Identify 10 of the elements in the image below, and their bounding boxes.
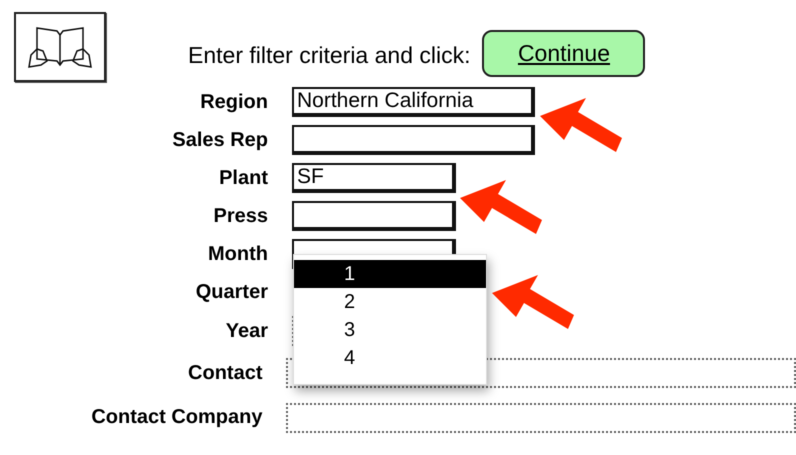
- field-label: Plant: [218, 166, 268, 190]
- field-label: Month: [207, 242, 268, 266]
- instruction-text: Enter filter criteria and click:: [188, 42, 470, 69]
- field-label: Region: [199, 90, 268, 114]
- field-label: Year: [224, 320, 268, 342]
- field-label: Press: [212, 204, 268, 228]
- field-label: Sales Rep: [171, 128, 268, 152]
- field-label: Contact Company: [90, 406, 262, 429]
- field-label: Quarter: [194, 280, 268, 304]
- field-label: Contact: [187, 362, 262, 384]
